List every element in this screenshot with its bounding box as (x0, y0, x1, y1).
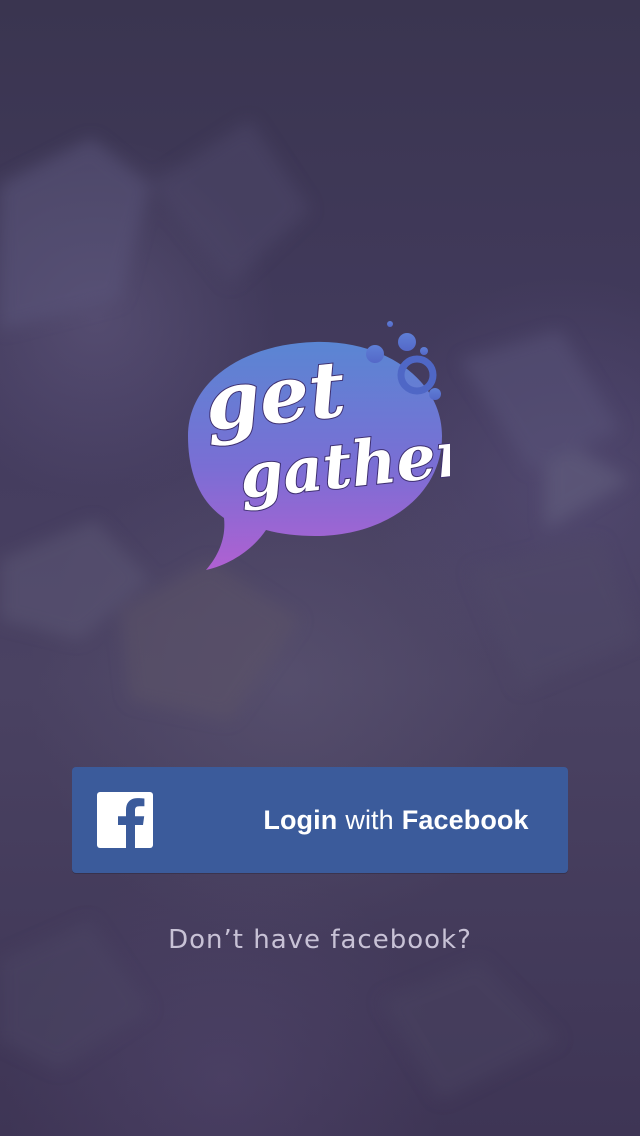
login-with-facebook-button[interactable]: Login with Facebook (72, 767, 568, 873)
no-facebook-link[interactable]: Don’t have facebook? (0, 925, 640, 955)
login-label-brand: Facebook (401, 804, 529, 835)
get-gather-logo: get gather (188, 321, 450, 570)
login-label-prefix: Login (263, 804, 338, 835)
facebook-icon (97, 792, 153, 848)
login-label-middle: with (345, 804, 394, 835)
login-button-label: Login with Facebook (224, 767, 568, 873)
